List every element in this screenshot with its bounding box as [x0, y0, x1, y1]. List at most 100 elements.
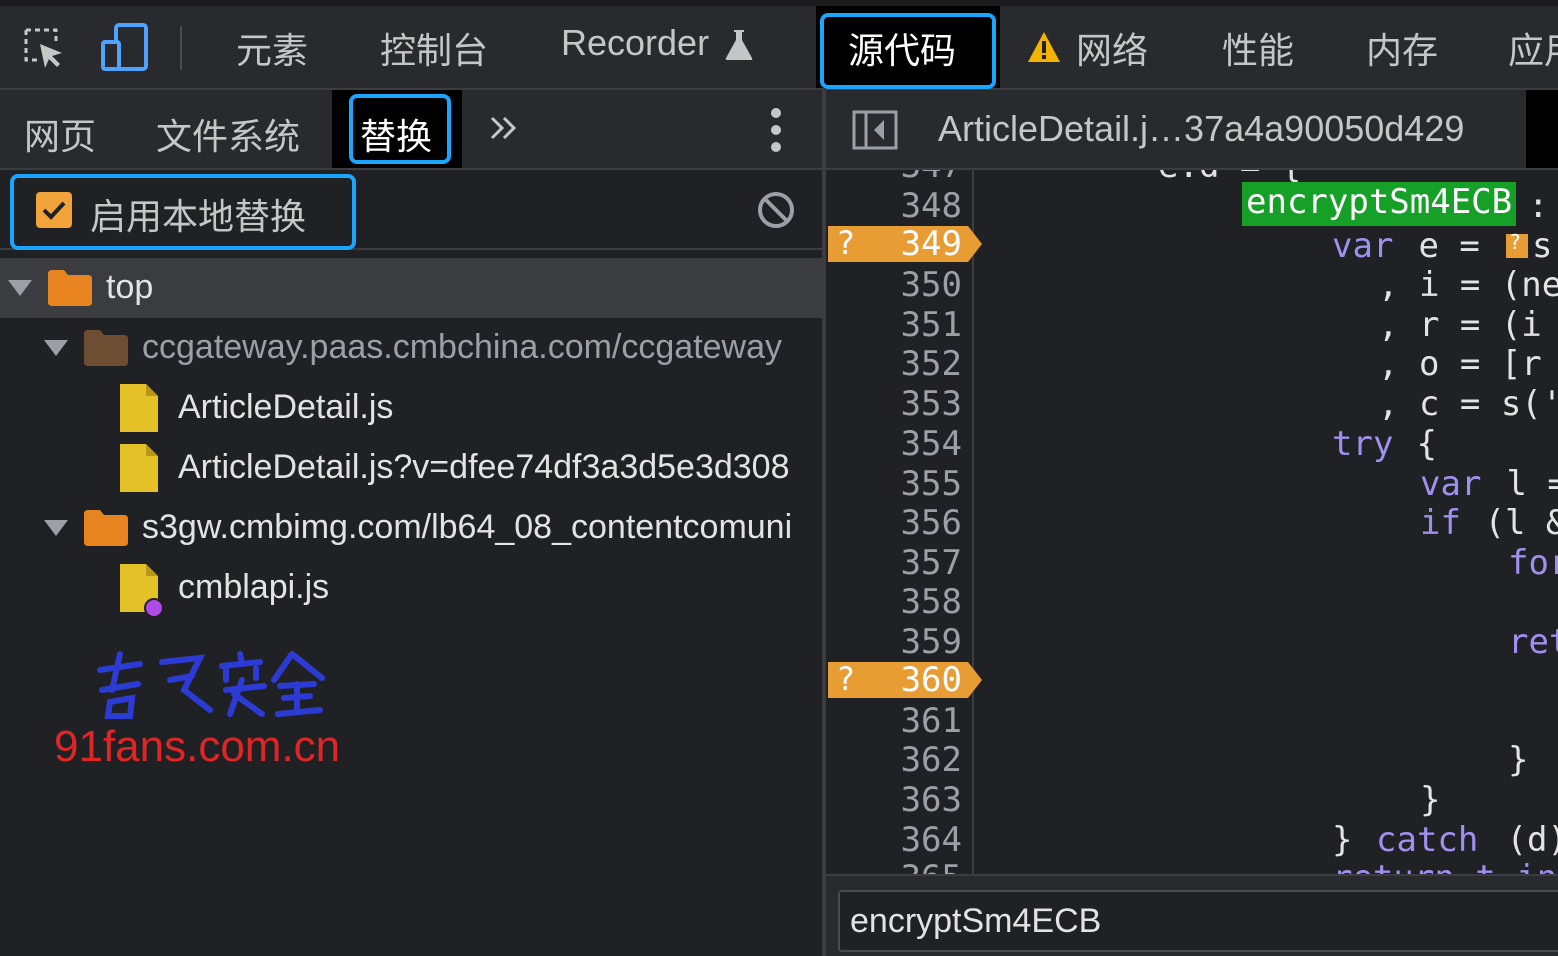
- conditional-breakpoint[interactable]: ? 349: [828, 224, 982, 264]
- line-number[interactable]: 353: [826, 384, 962, 424]
- code-line[interactable]: s: [1532, 226, 1552, 266]
- line-number-gutter[interactable]: 347 348 ? 349 350 351 352 353 354 355 35…: [826, 170, 982, 874]
- tab-elements[interactable]: 元素: [236, 22, 308, 74]
- code-keyword[interactable]: ret: [1508, 622, 1558, 662]
- find-input[interactable]: encryptSm4ECB: [850, 902, 1101, 941]
- tree-label-top: top: [106, 268, 154, 306]
- code-editor[interactable]: 347 348 ? 349 350 351 352 353 354 355 35…: [826, 170, 1558, 874]
- code-line[interactable]: }: [1420, 780, 1440, 820]
- expand-arrow-icon[interactable]: [44, 340, 68, 356]
- folder-icon: [84, 330, 128, 366]
- code-line[interactable]: , i = (ne: [1378, 265, 1558, 305]
- devtools-toolbar: 元素 控制台 Recorder 源代码 网络 性能 内存 应用: [0, 0, 1558, 90]
- inspect-element-icon[interactable]: [22, 26, 66, 70]
- flask-icon: [724, 28, 754, 62]
- more-tabs-chevron-icon[interactable]: [488, 112, 520, 144]
- line-number: 360: [900, 660, 962, 700]
- folder-icon: [48, 270, 92, 306]
- code-line[interactable]: {: [1396, 424, 1436, 464]
- code-line[interactable]: (d): [1486, 820, 1558, 860]
- line-number[interactable]: 356: [826, 503, 962, 543]
- line-number[interactable]: 362: [826, 740, 962, 780]
- line-number[interactable]: 359: [826, 622, 962, 662]
- find-input-box[interactable]: encryptSm4ECB: [838, 890, 1558, 952]
- toggle-navigator-icon[interactable]: [852, 110, 898, 150]
- next-tab-stub[interactable]: [1526, 90, 1558, 168]
- code-keyword[interactable]: return t.in: [1332, 858, 1557, 874]
- find-bar: encryptSm4ECB: [826, 874, 1558, 956]
- line-number[interactable]: 357: [826, 543, 962, 583]
- folder-icon: [84, 510, 128, 546]
- tree-label-file2: ArticleDetail.js?v=dfee74df3a3d5e3d308: [178, 448, 790, 486]
- tree-row-top[interactable]: top: [0, 258, 822, 318]
- line-number[interactable]: 365: [826, 858, 962, 874]
- watermark-text: 91fans.com.cn: [54, 722, 341, 771]
- tree-row-domain1[interactable]: ccgateway.paas.cmbchina.com/ccgateway: [0, 318, 822, 378]
- code-keyword[interactable]: var: [1332, 226, 1393, 266]
- line-number[interactable]: 352: [826, 344, 962, 384]
- code-line[interactable]: (l &: [1464, 503, 1558, 543]
- tree-row-file2[interactable]: ArticleDetail.js?v=dfee74df3a3d5e3d308: [0, 438, 822, 498]
- line-number[interactable]: 355: [826, 464, 962, 504]
- code-line[interactable]: }: [1508, 740, 1528, 780]
- file-icon: [120, 444, 158, 492]
- enable-overrides-highlight: [10, 174, 356, 250]
- breakpoint-marker: ?: [1509, 230, 1522, 254]
- file-modified-icon: [120, 564, 168, 618]
- inline-breakpoint-marker[interactable]: ?: [1506, 230, 1528, 258]
- tree-label-file3: cmblapi.js: [178, 568, 330, 606]
- tab-network[interactable]: 网络: [1076, 22, 1148, 74]
- line-number[interactable]: 350: [826, 265, 962, 305]
- subtab-filesystem[interactable]: 文件系统: [156, 108, 300, 160]
- line-number[interactable]: 348: [826, 186, 962, 226]
- breakpoint-marker: ?: [836, 224, 856, 262]
- code-keyword[interactable]: catch: [1376, 820, 1478, 860]
- code-keyword[interactable]: if: [1420, 503, 1461, 543]
- device-toolbar-icon[interactable]: [100, 22, 150, 74]
- editor-file-tab[interactable]: ArticleDetail.j…37a4a90050d429: [938, 108, 1464, 150]
- navigator-subtabs: 网页 文件系统 替换: [0, 90, 822, 170]
- tree-row-file3[interactable]: cmblapi.js: [0, 558, 822, 622]
- code-line[interactable]: e =: [1398, 226, 1500, 266]
- code-line[interactable]: }: [1332, 820, 1373, 860]
- line-number: 349: [900, 224, 962, 264]
- expand-arrow-icon[interactable]: [8, 280, 32, 296]
- tab-application[interactable]: 应用: [1508, 22, 1558, 74]
- code-line[interactable]: , r = (i: [1378, 305, 1542, 345]
- expand-arrow-icon[interactable]: [44, 520, 68, 536]
- navigator-pane: 网页 文件系统 替换 启用本地替换 top ccgateway.paas.cmb…: [0, 90, 822, 956]
- tab-recorder[interactable]: Recorder: [561, 22, 709, 64]
- conditional-breakpoint[interactable]: ? 360: [828, 660, 982, 700]
- line-number[interactable]: 347: [826, 170, 962, 186]
- search-match-highlight: encryptSm4ECB: [1242, 182, 1517, 226]
- editor-tabbar: ArticleDetail.j…37a4a90050d429: [826, 90, 1558, 170]
- watermark-logo: [92, 650, 332, 720]
- line-number[interactable]: 351: [826, 305, 962, 345]
- tab-memory[interactable]: 内存: [1366, 22, 1438, 74]
- line-number[interactable]: 361: [826, 701, 962, 741]
- code-line[interactable]: , o = [r: [1378, 344, 1542, 384]
- subtab-page[interactable]: 网页: [24, 108, 96, 160]
- toolbar-top-edge: [0, 0, 1558, 6]
- code-colon[interactable]: :: [1528, 186, 1548, 226]
- toolbar-separator: [180, 26, 182, 70]
- tab-console[interactable]: 控制台: [380, 22, 488, 74]
- line-number[interactable]: 358: [826, 582, 962, 622]
- line-number[interactable]: 354: [826, 424, 962, 464]
- code-keyword[interactable]: for: [1508, 543, 1558, 583]
- tree-row-domain2[interactable]: s3gw.cmbimg.com/lb64_08_contentcomuni: [0, 498, 822, 558]
- line-number[interactable]: 364: [826, 820, 962, 860]
- code-keyword[interactable]: try: [1332, 424, 1393, 464]
- more-options-icon[interactable]: [768, 108, 784, 152]
- code-line[interactable]: l =: [1486, 464, 1558, 504]
- breakpoint-marker: ?: [836, 660, 856, 698]
- code-line[interactable]: , c = s(': [1378, 384, 1558, 424]
- code-keyword[interactable]: var: [1420, 464, 1481, 504]
- tree-label-domain2: s3gw.cmbimg.com/lb64_08_contentcomuni: [142, 508, 793, 546]
- tree-row-file1[interactable]: ArticleDetail.js: [0, 378, 822, 438]
- line-number[interactable]: 363: [826, 780, 962, 820]
- code-function-name[interactable]: encryptSm4ECB: [1242, 182, 1516, 222]
- tab-performance[interactable]: 性能: [1222, 22, 1294, 74]
- overrides-tab-highlight: [349, 94, 451, 164]
- clear-overrides-icon[interactable]: [756, 190, 796, 230]
